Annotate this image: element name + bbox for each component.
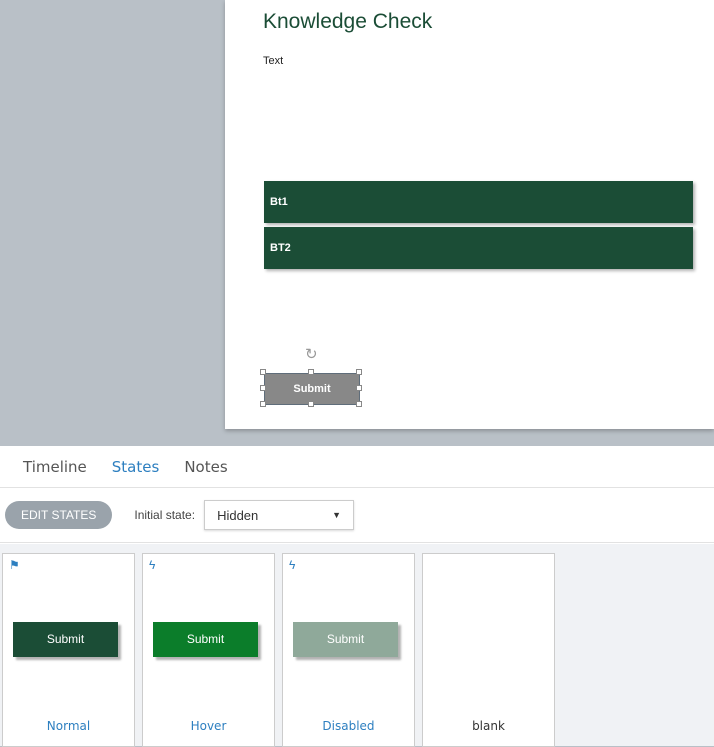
state-preview-button: Submit [13, 622, 118, 657]
chevron-down-icon: ▼ [332, 510, 342, 520]
state-preview-button: Submit [153, 622, 258, 657]
state-preview-button: Submit [293, 622, 398, 657]
tab-states[interactable]: States [112, 458, 160, 476]
resize-handle[interactable] [260, 401, 266, 407]
rotate-handle-icon[interactable]: ↻ [305, 345, 318, 363]
resize-handle[interactable] [308, 401, 314, 407]
states-list: ⚑ Submit Normal ϟ Submit Hover ϟ Submit … [0, 544, 714, 747]
bt1-button[interactable]: Bt1 [264, 181, 693, 223]
state-name: Disabled [322, 719, 375, 733]
resize-handle[interactable] [356, 369, 362, 375]
slide-text[interactable]: Text [263, 55, 283, 67]
states-toolbar: EDIT STATES Initial state: Hidden ▼ [0, 488, 714, 543]
state-card-normal[interactable]: ⚑ Submit Normal [2, 553, 135, 747]
resize-handle[interactable] [356, 385, 362, 391]
edit-states-button[interactable]: EDIT STATES [5, 501, 113, 529]
initial-state-value: Hidden [217, 507, 259, 523]
state-card-disabled[interactable]: ϟ Submit Disabled [282, 553, 415, 747]
state-name: Hover [190, 719, 227, 733]
panel-tabs: Timeline States Notes [0, 446, 714, 488]
slide-canvas: Knowledge Check Text Bt1 BT2 ↻ Submit [225, 0, 714, 429]
initial-state-select[interactable]: Hidden ▼ [204, 500, 355, 530]
bt2-button[interactable]: BT2 [264, 227, 693, 269]
state-card-hover[interactable]: ϟ Submit Hover [142, 553, 275, 747]
lightning-icon: ϟ [149, 558, 156, 572]
state-card-blank[interactable]: blank [422, 553, 555, 747]
state-name: blank [472, 719, 505, 733]
state-name: Normal [46, 719, 91, 733]
resize-handle[interactable] [260, 385, 266, 391]
flag-icon: ⚑ [9, 558, 20, 572]
tab-timeline[interactable]: Timeline [23, 458, 87, 476]
resize-handle[interactable] [356, 401, 362, 407]
resize-handle[interactable] [308, 369, 314, 375]
bottom-panel: Timeline States Notes EDIT STATES Initia… [0, 446, 714, 747]
initial-state-label: Initial state: [134, 508, 196, 522]
resize-handle[interactable] [260, 369, 266, 375]
slide-title[interactable]: Knowledge Check [263, 10, 432, 34]
lightning-icon: ϟ [289, 558, 296, 572]
tab-notes[interactable]: Notes [184, 458, 227, 476]
